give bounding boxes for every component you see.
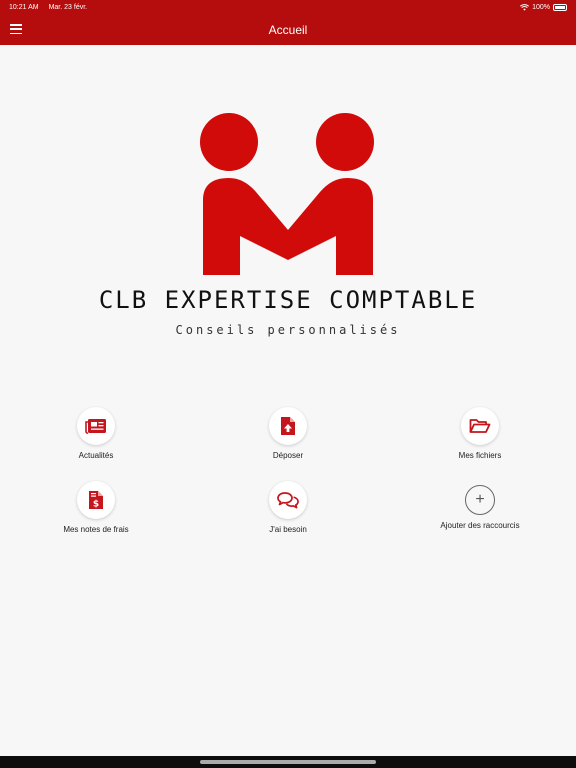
- hamburger-menu-icon[interactable]: [10, 24, 22, 34]
- home-indicator-bar[interactable]: [200, 760, 376, 764]
- shortcut-ajouter-raccourcis[interactable]: + Ajouter des raccourcis: [410, 481, 550, 530]
- shortcut-notes-de-frais[interactable]: $ Mes notes de frais: [26, 481, 166, 534]
- status-left: 10:21 AM Mar. 23 févr.: [9, 4, 87, 11]
- shortcut-icon-circle[interactable]: [77, 407, 115, 445]
- page-title: Accueil: [268, 22, 308, 37]
- chat-bubbles-icon: [277, 492, 299, 509]
- shortcut-deposer[interactable]: Déposer: [218, 407, 358, 460]
- shortcut-icon-circle[interactable]: [269, 407, 307, 445]
- battery-icon: [553, 3, 567, 11]
- battery-percent: 100%: [532, 3, 550, 11]
- shortcut-label: Ajouter des raccourcis: [440, 521, 520, 530]
- shortcut-mes-fichiers[interactable]: Mes fichiers: [410, 407, 550, 460]
- status-time: 10:21 AM: [9, 3, 39, 11]
- svg-text:$: $: [93, 500, 99, 510]
- shortcut-label: Mes notes de frais: [63, 525, 129, 534]
- shortcut-actualites[interactable]: Actualités: [26, 407, 166, 460]
- shortcut-label: J'ai besoin: [269, 525, 307, 534]
- status-date: Mar. 23 févr.: [48, 3, 88, 11]
- shortcut-icon-circle[interactable]: [461, 407, 499, 445]
- status-right: 100%: [520, 3, 567, 11]
- newspaper-icon: [85, 419, 106, 434]
- folder-open-icon: [469, 419, 491, 433]
- add-shortcut-button[interactable]: +: [465, 485, 495, 515]
- nav-bar: Accueil: [0, 14, 576, 45]
- home-indicator: [0, 756, 576, 768]
- wifi-icon: [520, 3, 530, 11]
- shortcut-label: Mes fichiers: [458, 451, 502, 460]
- shortcut-label: Déposer: [272, 451, 304, 460]
- shortcut-icon-circle[interactable]: $: [77, 481, 115, 519]
- shortcut-icon-circle[interactable]: [269, 481, 307, 519]
- status-bar: 10:21 AM Mar. 23 févr. 100%: [0, 0, 576, 14]
- shortcut-label: Actualités: [78, 451, 114, 460]
- invoice-dollar-icon: $: [89, 491, 103, 510]
- file-upload-icon: [281, 417, 295, 435]
- brand-name: CLB EXPERTISE COMPTABLE: [98, 286, 478, 314]
- plus-icon: +: [475, 491, 485, 508]
- shortcut-j-ai-besoin[interactable]: J'ai besoin: [218, 481, 358, 534]
- brand-logo-icon: [200, 113, 374, 275]
- brand-tagline: Conseils personnalisés: [175, 323, 401, 337]
